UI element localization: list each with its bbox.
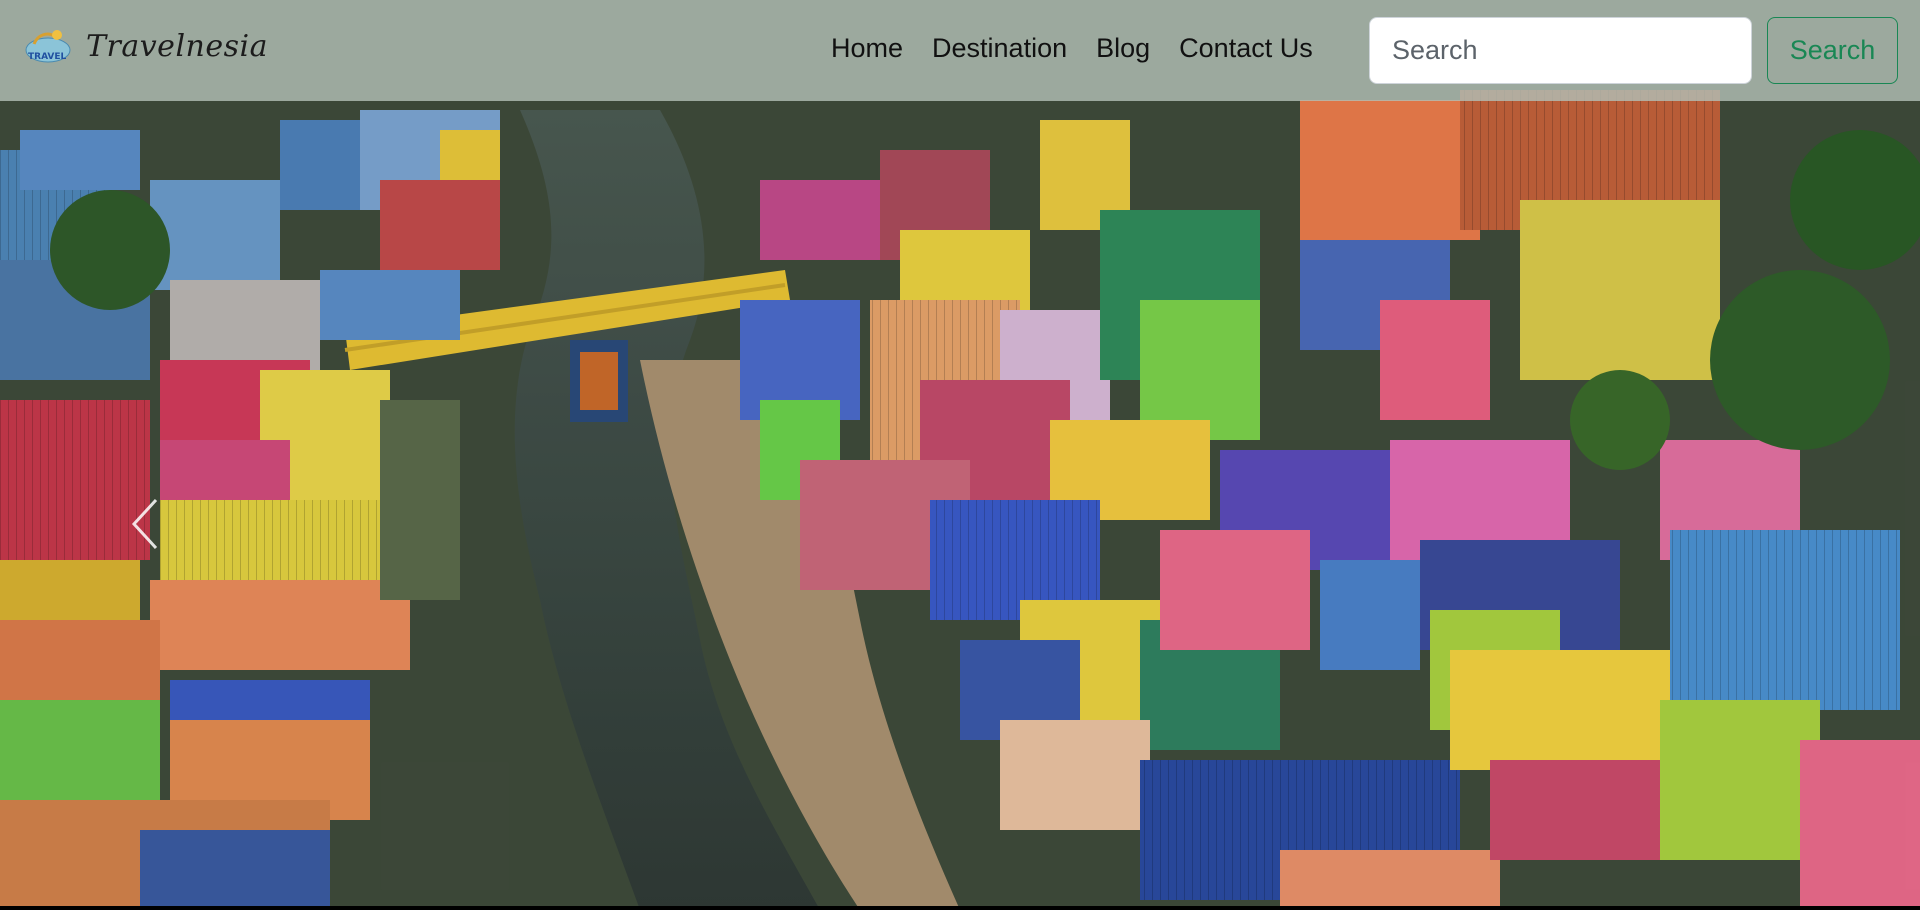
top-navbar: TRAVEL Travelnesia Home Destination Blog… bbox=[0, 0, 1920, 101]
brand-link[interactable]: TRAVEL Travelnesia bbox=[24, 26, 268, 66]
chevron-left-icon bbox=[131, 498, 158, 550]
search-input[interactable] bbox=[1369, 17, 1752, 84]
nav-link-contact-us[interactable]: Contact Us bbox=[1179, 33, 1313, 64]
page-bottom-edge bbox=[0, 906, 1920, 910]
hero-image bbox=[0, 0, 1920, 910]
nav-links: Home Destination Blog Contact Us bbox=[831, 33, 1313, 64]
search-button[interactable]: Search bbox=[1767, 17, 1898, 84]
travel-logo-icon: TRAVEL bbox=[25, 30, 71, 63]
nav-link-home[interactable]: Home bbox=[831, 33, 903, 64]
brand-name: Travelnesia bbox=[86, 28, 268, 64]
carousel-prev-button[interactable] bbox=[126, 494, 166, 554]
nav-link-destination[interactable]: Destination bbox=[932, 33, 1067, 64]
nav-link-blog[interactable]: Blog bbox=[1096, 33, 1150, 64]
hero-carousel bbox=[0, 0, 1920, 910]
logo-text: TRAVEL bbox=[28, 52, 67, 62]
